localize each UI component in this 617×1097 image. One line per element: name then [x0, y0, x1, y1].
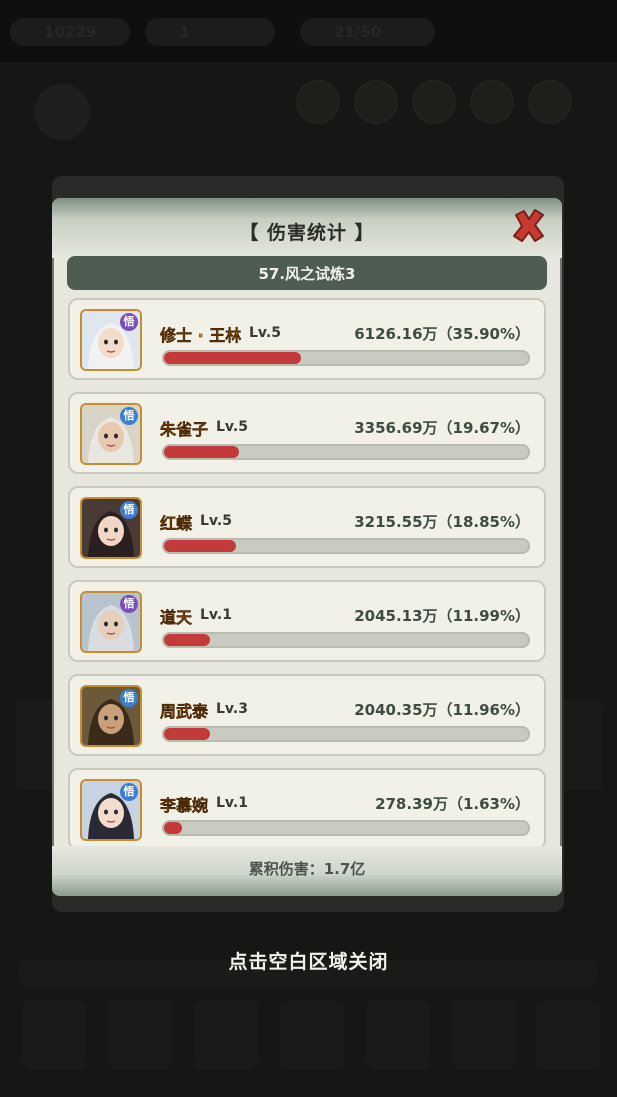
damage-share-bar: [162, 820, 530, 836]
hero-level: Lv.1: [200, 607, 232, 623]
hero-level: Lv.5: [216, 419, 248, 435]
hero-damage-card: 悟朱雀子 Lv.5 3356.69万（19.67%）: [68, 392, 546, 474]
dismiss-hint[interactable]: 点击空白区域关闭: [0, 947, 617, 974]
damage-share-fill: [164, 728, 210, 740]
awaken-badge-icon: 悟: [120, 595, 138, 613]
damage-share-bar: [162, 350, 530, 366]
damage-stats-dialog: 【 伤害统计 】 57.风之试炼3 悟修士 · 王林 Lv.5 6126.16万（3…: [52, 198, 562, 896]
damage-share-fill: [164, 352, 302, 364]
hero-name: 红蝶: [160, 514, 193, 533]
damage-share-bar: [162, 726, 530, 742]
hero-damage-value: 3215.55万（18.85%）: [354, 513, 530, 531]
hero-damage-card: 悟修士 · 王林 Lv.5 6126.16万（35.90%）: [68, 298, 546, 380]
damage-share-fill: [164, 540, 237, 552]
damage-share-bar: [162, 538, 530, 554]
hero-name: 朱雀子: [160, 420, 209, 439]
awaken-badge-icon: 悟: [120, 783, 138, 801]
hero-portrait[interactable]: 悟: [80, 497, 142, 559]
awaken-badge-icon: 悟: [120, 689, 138, 707]
hero-name: 道天: [160, 608, 193, 627]
hero-portrait[interactable]: 悟: [80, 779, 142, 841]
damage-share-bar: [162, 444, 530, 460]
hero-damage-card: 悟道天 Lv.1 2045.13万（11.99%）: [68, 580, 546, 662]
hero-portrait[interactable]: 悟: [80, 591, 142, 653]
total-damage-label: 累积伤害：1.7亿: [248, 860, 366, 878]
dialog-footer: 累积伤害：1.7亿: [52, 846, 562, 896]
hero-damage-value: 6126.16万（35.90%）: [354, 325, 530, 343]
awaken-badge-icon: 悟: [120, 313, 138, 331]
awaken-badge-icon: 悟: [120, 407, 138, 425]
damage-share-fill: [164, 822, 182, 834]
damage-share-fill: [164, 446, 240, 458]
hero-portrait[interactable]: 悟: [80, 685, 142, 747]
hero-name: 修士 · 王林: [160, 326, 242, 345]
hero-portrait[interactable]: 悟: [80, 403, 142, 465]
hero-damage-value: 2040.35万（11.96%）: [354, 701, 530, 719]
close-icon: [513, 209, 544, 242]
hero-name: 周武泰: [160, 702, 209, 721]
hero-level: Lv.1: [216, 795, 248, 811]
hero-damage-card: 悟红蝶 Lv.5 3215.55万（18.85%）: [68, 486, 546, 568]
awaken-badge-icon: 悟: [120, 501, 138, 519]
hero-damage-card: 悟周武泰 Lv.3 2040.35万（11.96%）: [68, 674, 546, 756]
dialog-title: 【 伤害统计 】: [239, 222, 375, 244]
hero-name: 李慕婉: [160, 796, 209, 815]
hero-damage-value: 2045.13万（11.99%）: [354, 607, 530, 625]
hero-portrait[interactable]: 悟: [80, 309, 142, 371]
hero-level: Lv.5: [200, 513, 232, 529]
hero-damage-value: 278.39万（1.63%）: [375, 795, 530, 813]
hero-damage-value: 3356.69万（19.67%）: [354, 419, 530, 437]
close-button[interactable]: [509, 206, 549, 246]
hero-damage-card: 悟李慕婉 Lv.1 278.39万（1.63%）: [68, 768, 546, 846]
damage-share-bar: [162, 632, 530, 648]
hero-damage-list[interactable]: 悟修士 · 王林 Lv.5 6126.16万（35.90%）悟朱雀子 Lv.5 3356…: [52, 298, 562, 846]
hero-level: Lv.5: [249, 325, 281, 341]
stage-name-bar: 57.风之试炼3: [67, 256, 547, 290]
hero-level: Lv.3: [216, 701, 248, 717]
damage-share-fill: [164, 634, 210, 646]
